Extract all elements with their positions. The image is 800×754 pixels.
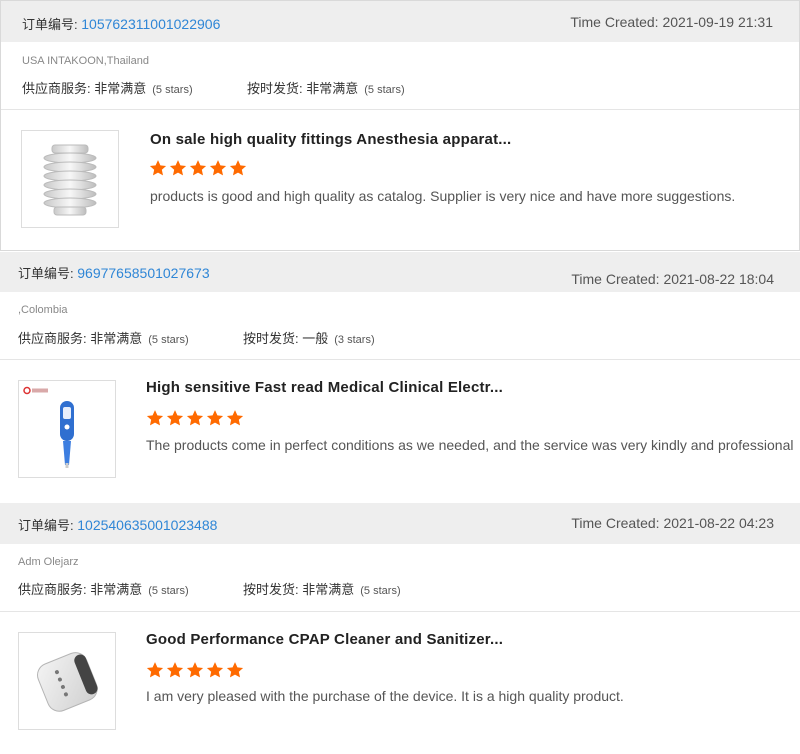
star-icon: [229, 160, 247, 176]
time-created-label: Time Created:: [570, 14, 659, 30]
shipping-label: 按时发货:: [247, 81, 303, 96]
supplier-service-stars: (5 stars): [148, 334, 189, 346]
star-rating: [149, 159, 247, 177]
divider: [1, 109, 799, 110]
shipping-rating: 按时发货: 非常满意 (5 stars): [243, 579, 401, 598]
order-card: 订单编号: 105762311001022906 Time Created: 2…: [0, 0, 800, 251]
shipping-value: 一般: [302, 331, 329, 346]
review-text: I am very pleased with the purchase of t…: [146, 688, 624, 704]
shipping-label: 按时发货:: [243, 331, 299, 346]
shipping-rating: 按时发货: 一般 (3 stars): [243, 328, 375, 347]
order-header: 订单编号: 96977658501027673 Time Created: 20…: [0, 252, 800, 292]
supplier-service-value: 非常满意: [90, 331, 143, 346]
order-number-link[interactable]: 102540635001023488: [77, 517, 217, 533]
star-icon: [209, 160, 227, 176]
time-created-label: Time Created:: [571, 515, 660, 531]
order-number-label: 订单编号: 105762311001022906: [22, 14, 220, 33]
order-card: 订单编号: 102540635001023488 Time Created: 2…: [0, 503, 800, 754]
time-created: Time Created: 2021-08-22 18:04: [571, 271, 774, 287]
cpap-cleaner-icon: [37, 652, 98, 712]
review-text: products is good and high quality as cat…: [150, 188, 736, 204]
supplier-service-value: 非常满意: [90, 582, 143, 597]
supplier-service-rating: 供应商服务: 非常满意 (5 stars): [18, 579, 189, 598]
shipping-stars: (3 stars): [334, 334, 375, 346]
time-created: Time Created: 2021-09-19 21:31: [570, 14, 773, 30]
supplier-service-stars: (5 stars): [148, 585, 189, 597]
product-title[interactable]: Good Performance CPAP Cleaner and Saniti…: [146, 631, 503, 648]
time-created-value: 2021-08-22 18:04: [663, 271, 774, 287]
product-title[interactable]: High sensitive Fast read Medical Clinica…: [146, 379, 503, 396]
shipping-label: 按时发货:: [243, 582, 299, 597]
order-number-label-text: 订单编号:: [22, 17, 78, 32]
shipping-value: 非常满意: [302, 582, 355, 597]
star-rating: [146, 409, 244, 427]
divider: [0, 611, 800, 612]
star-icon: [226, 410, 244, 426]
order-number-label: 订单编号: 102540635001023488: [18, 515, 217, 534]
supplier-service-label: 供应商服务:: [18, 582, 87, 597]
shipping-stars: (5 stars): [364, 84, 405, 96]
time-created-value: 2021-08-22 04:23: [663, 515, 774, 531]
bellows-fitting-icon: [43, 144, 97, 216]
star-icon: [166, 410, 184, 426]
star-rating: [146, 661, 244, 679]
time-created-label: Time Created:: [571, 271, 660, 287]
order-number-label-text: 订单编号:: [18, 266, 74, 281]
star-icon: [226, 662, 244, 678]
product-thumbnail[interactable]: [18, 632, 116, 730]
star-icon: [166, 662, 184, 678]
supplier-service-rating: 供应商服务: 非常满意 (5 stars): [18, 328, 189, 347]
buyer-name: ,Colombia: [18, 304, 68, 316]
product-thumbnail[interactable]: [18, 380, 116, 478]
star-icon: [186, 410, 204, 426]
order-number-link[interactable]: 105762311001022906: [81, 16, 220, 32]
review-text: The products come in perfect conditions …: [146, 437, 794, 453]
supplier-service-stars: (5 stars): [152, 84, 193, 96]
supplier-service-value: 非常满意: [94, 81, 147, 96]
product-title[interactable]: On sale high quality fittings Anesthesia…: [150, 131, 511, 148]
star-icon: [169, 160, 187, 176]
star-icon: [149, 160, 167, 176]
star-icon: [189, 160, 207, 176]
order-number-link[interactable]: 96977658501027673: [77, 265, 209, 281]
product-thumbnail[interactable]: [21, 130, 119, 228]
order-header: 订单编号: 102540635001023488 Time Created: 2…: [0, 503, 800, 544]
star-icon: [186, 662, 204, 678]
time-created: Time Created: 2021-08-22 04:23: [571, 515, 774, 531]
shipping-stars: (5 stars): [360, 585, 401, 597]
shipping-rating: 按时发货: 非常满意 (5 stars): [247, 78, 405, 97]
time-created-value: 2021-09-19 21:31: [662, 14, 773, 30]
buyer-name: Adm Olejarz: [18, 556, 79, 568]
buyer-name: USA INTAKOON,Thailand: [22, 55, 149, 67]
order-number-label: 订单编号: 96977658501027673: [18, 263, 210, 282]
supplier-service-rating: 供应商服务: 非常满意 (5 stars): [22, 78, 193, 97]
supplier-service-label: 供应商服务:: [18, 331, 87, 346]
supplier-service-label: 供应商服务:: [22, 81, 91, 96]
star-icon: [206, 410, 224, 426]
order-number-label-text: 订单编号:: [18, 518, 74, 533]
order-card: 订单编号: 96977658501027673 Time Created: 20…: [0, 252, 800, 502]
star-icon: [146, 410, 164, 426]
divider: [0, 359, 800, 360]
star-icon: [146, 662, 164, 678]
order-header: 订单编号: 105762311001022906 Time Created: 2…: [1, 1, 799, 42]
shipping-value: 非常满意: [306, 81, 359, 96]
thermometer-icon: [23, 386, 74, 468]
star-icon: [206, 662, 224, 678]
